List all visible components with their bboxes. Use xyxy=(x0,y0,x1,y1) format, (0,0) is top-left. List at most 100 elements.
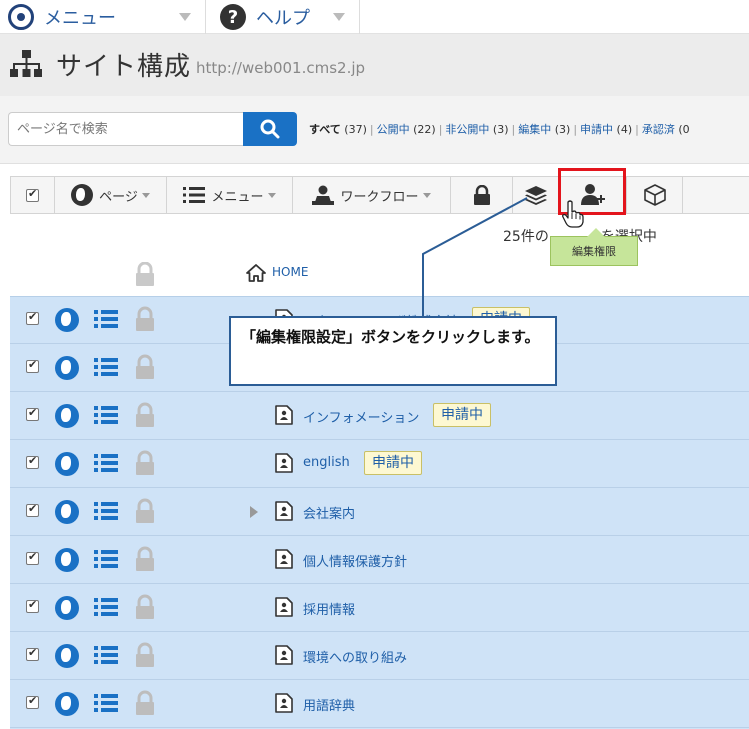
expand-arrow-icon[interactable] xyxy=(250,506,258,518)
page-dropdown-button[interactable]: ページ xyxy=(55,177,167,213)
row-checkbox[interactable] xyxy=(26,646,39,661)
search-input[interactable] xyxy=(8,112,244,146)
status-badge: 申請中 xyxy=(433,403,491,427)
row-checkbox[interactable] xyxy=(26,406,39,421)
filter-pending[interactable]: 申請中 (4) xyxy=(580,123,632,136)
table-row[interactable]: english 申請中 xyxy=(10,440,749,488)
status-badge: 申請中 xyxy=(364,451,422,475)
pointer-hand-icon xyxy=(562,200,584,228)
lock-icon[interactable] xyxy=(134,306,156,336)
page-icon xyxy=(275,453,293,477)
page-link[interactable]: 会社案内 xyxy=(303,503,355,522)
page-link[interactable]: 採用情報 xyxy=(303,599,355,618)
lock-icon[interactable] xyxy=(134,690,156,720)
filter-approved[interactable]: 承認済 (0 xyxy=(642,123,690,136)
filter-editing[interactable]: 編集中 (3) xyxy=(518,123,570,136)
row-checkbox[interactable] xyxy=(26,694,39,709)
instruction-callout: 「編集権限設定」ボタンをクリックします。 xyxy=(229,316,557,386)
menu-dropdown[interactable]: メニュー xyxy=(8,0,206,34)
filter-all[interactable]: すべて (37) xyxy=(309,123,367,136)
filter-published[interactable]: 公開中 (22) xyxy=(377,123,436,136)
globe-icon[interactable] xyxy=(55,452,79,476)
help-dropdown[interactable]: ? ヘルプ xyxy=(220,0,360,34)
page-title: サイト構成 xyxy=(56,52,192,82)
lock-button[interactable] xyxy=(451,177,513,213)
chevron-down-icon xyxy=(422,192,431,198)
row-checkbox[interactable] xyxy=(26,454,39,469)
table-row[interactable]: 用語辞典 xyxy=(10,680,749,728)
list-icon[interactable] xyxy=(94,357,118,381)
workflow-dropdown-button[interactable]: ワークフロー xyxy=(293,177,451,213)
row-checkbox[interactable] xyxy=(26,598,39,613)
globe-icon xyxy=(71,184,94,206)
list-icon[interactable] xyxy=(94,453,118,477)
checkbox-icon xyxy=(26,187,39,202)
page-link[interactable]: 個人情報保護方針 xyxy=(303,551,407,570)
edit-permission-tooltip: 編集権限 xyxy=(550,228,638,266)
lock-icon[interactable] xyxy=(134,354,156,384)
list-icon[interactable] xyxy=(94,693,118,717)
list-icon[interactable] xyxy=(94,309,118,333)
workflow-icon xyxy=(312,185,335,205)
page-icon xyxy=(275,693,293,717)
help-icon: ? xyxy=(220,4,246,30)
package-button[interactable] xyxy=(627,177,683,213)
lock-icon[interactable] xyxy=(134,642,156,672)
filter-unpublished[interactable]: 非公開中 (3) xyxy=(445,123,508,136)
lock-icon[interactable] xyxy=(135,262,155,286)
row-checkbox[interactable] xyxy=(26,358,39,373)
chevron-down-icon xyxy=(141,192,150,198)
home-link[interactable]: HOME xyxy=(272,265,308,279)
lock-icon[interactable] xyxy=(134,450,156,480)
globe-icon[interactable] xyxy=(55,356,79,380)
globe-icon[interactable] xyxy=(55,548,79,572)
list-icon[interactable] xyxy=(94,597,118,621)
status-filters: すべて (37) | 公開中 (22) | 非公開中 (3) | 編集中 (3) | 申請中 (… xyxy=(309,123,690,136)
page-link[interactable]: インフォメーション xyxy=(303,407,419,426)
globe-icon[interactable] xyxy=(55,500,79,524)
callout-text: 「編集権限設定」ボタンをクリックします。 xyxy=(241,328,540,346)
select-all-checkbox[interactable] xyxy=(11,177,55,213)
top-navigation: メニュー ? ヘルプ xyxy=(0,0,749,34)
page-toolbar: ページ メニュー ワークフロー xyxy=(10,176,749,214)
lock-icon[interactable] xyxy=(134,594,156,624)
list-icon[interactable] xyxy=(94,501,118,525)
row-checkbox[interactable] xyxy=(26,502,39,517)
globe-icon[interactable] xyxy=(55,692,79,716)
list-icon[interactable] xyxy=(94,549,118,573)
chevron-down-icon xyxy=(179,13,191,21)
page-link[interactable]: 用語辞典 xyxy=(303,695,355,714)
list-icon xyxy=(183,187,206,203)
table-row[interactable]: 会社案内 xyxy=(10,488,749,536)
globe-icon[interactable] xyxy=(55,644,79,668)
table-row[interactable]: 環境への取り組み xyxy=(10,632,749,680)
lock-icon[interactable] xyxy=(134,498,156,528)
logo-icon xyxy=(8,4,34,30)
sitemap-icon xyxy=(10,50,42,77)
globe-icon[interactable] xyxy=(55,308,79,332)
lock-icon xyxy=(473,185,490,205)
list-icon[interactable] xyxy=(94,405,118,429)
menu-dropdown-label: メニュー xyxy=(44,8,116,29)
globe-icon[interactable] xyxy=(55,404,79,428)
page-icon xyxy=(275,597,293,621)
page-link[interactable]: 環境への取り組み xyxy=(303,647,407,666)
row-checkbox[interactable] xyxy=(26,550,39,565)
home-icon xyxy=(246,264,266,282)
search-button[interactable] xyxy=(243,112,297,146)
globe-icon[interactable] xyxy=(55,596,79,620)
page-icon xyxy=(275,405,293,429)
page-link[interactable]: english xyxy=(303,455,350,470)
page-icon xyxy=(275,501,293,525)
chevron-down-icon xyxy=(333,13,345,21)
page-icon xyxy=(275,549,293,573)
lock-icon[interactable] xyxy=(134,402,156,432)
list-icon[interactable] xyxy=(94,645,118,669)
table-row[interactable]: インフォメーション申請中 xyxy=(10,392,749,440)
row-checkbox[interactable] xyxy=(26,310,39,325)
menu-dropdown-button[interactable]: メニュー xyxy=(167,177,293,213)
layers-button[interactable] xyxy=(513,177,559,213)
table-row[interactable]: 採用情報 xyxy=(10,584,749,632)
lock-icon[interactable] xyxy=(134,546,156,576)
table-row[interactable]: 個人情報保護方針 xyxy=(10,536,749,584)
